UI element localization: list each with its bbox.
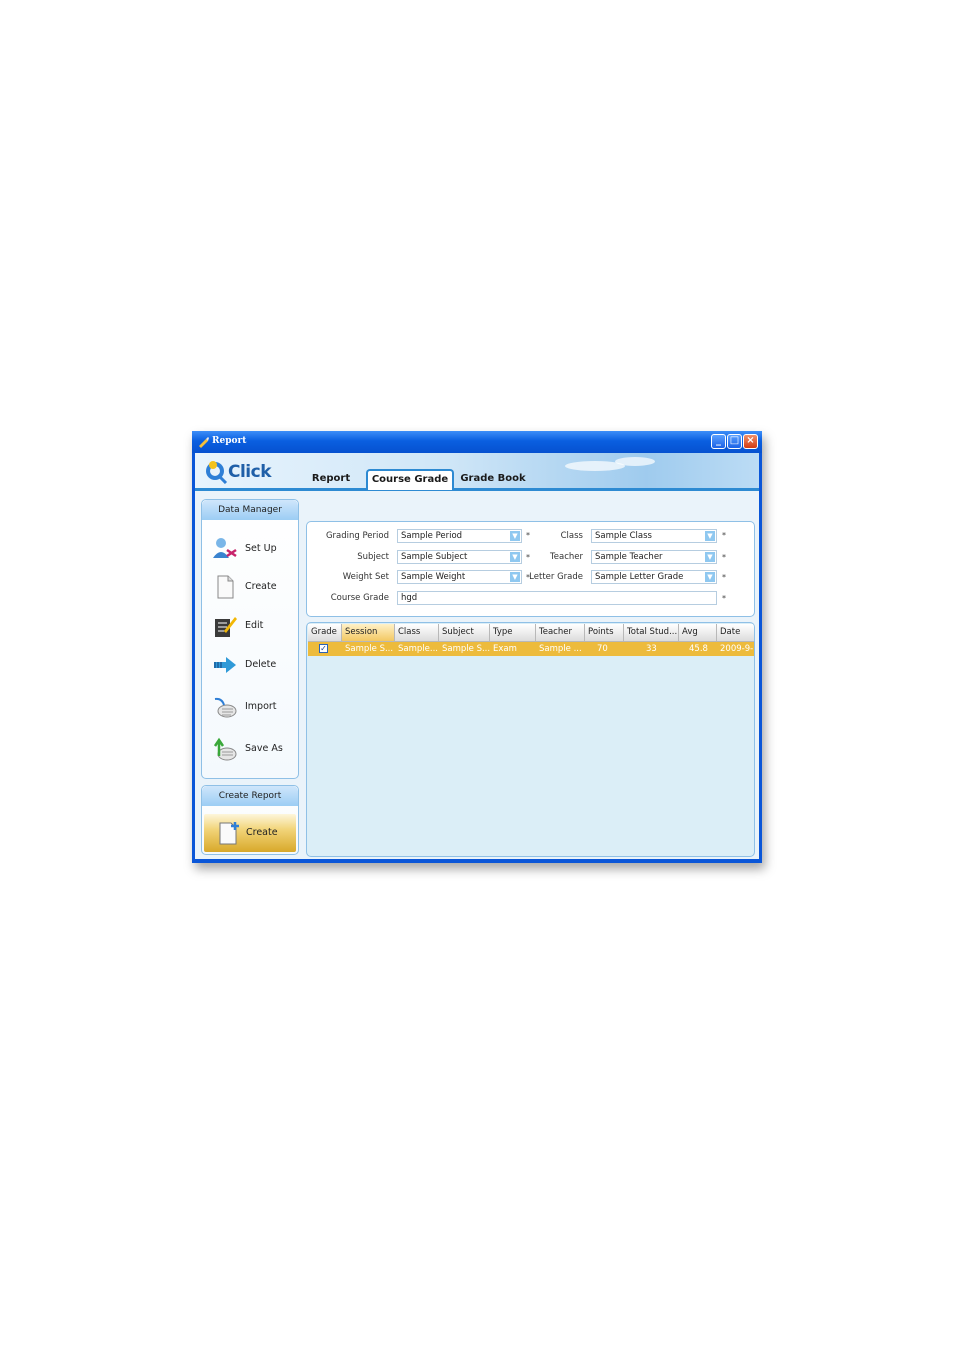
course-grade-input[interactable]: hgd bbox=[397, 591, 717, 605]
chevron-down-icon[interactable]: ▼ bbox=[705, 552, 715, 562]
required-marker: * bbox=[722, 553, 726, 562]
delete-label: Delete bbox=[245, 659, 277, 670]
letter-grade-select[interactable]: Sample Letter Grade ▼ bbox=[591, 570, 717, 584]
teacher-value: Sample Teacher bbox=[595, 552, 663, 562]
subject-value: Sample Subject bbox=[401, 552, 468, 562]
create-report-panel: Create Report Create bbox=[201, 785, 299, 855]
edit-pencil-icon bbox=[215, 617, 237, 637]
column-header-subject[interactable]: Subject bbox=[439, 624, 490, 641]
delete-button[interactable]: Delete bbox=[212, 648, 292, 682]
grid-header: Grade Session Class Subject Type Teacher… bbox=[308, 624, 754, 642]
weight-set-value: Sample Weight bbox=[401, 572, 466, 582]
maximize-button[interactable]: □ bbox=[727, 434, 742, 449]
app-icon bbox=[199, 437, 209, 448]
class-cell: Sample... bbox=[398, 644, 438, 654]
grade-grid: Grade Session Class Subject Type Teacher… bbox=[306, 622, 755, 857]
new-document-icon bbox=[219, 822, 239, 845]
weight-set-label: Weight Set bbox=[342, 572, 389, 582]
tab-course-grade[interactable]: Course Grade bbox=[366, 469, 454, 490]
course-grade-label: Course Grade bbox=[330, 593, 389, 603]
cloud-decoration bbox=[615, 457, 655, 466]
close-button[interactable]: × bbox=[743, 434, 758, 449]
weight-set-select[interactable]: Sample Weight ▼ bbox=[397, 570, 522, 584]
column-header-grade[interactable]: Grade bbox=[308, 624, 342, 641]
required-marker: * bbox=[722, 531, 726, 540]
subject-label: Subject bbox=[357, 552, 389, 562]
create-label: Create bbox=[245, 581, 277, 592]
subject-cell: Sample S... bbox=[442, 644, 490, 654]
logo-icon bbox=[206, 461, 228, 485]
data-manager-panel: Data Manager Set Up Create Edit Delete I… bbox=[201, 499, 299, 779]
teacher-label: Teacher bbox=[550, 552, 583, 562]
chevron-down-icon[interactable]: ▼ bbox=[705, 531, 715, 541]
class-label: Class bbox=[560, 531, 583, 541]
filter-form: Grading Period Sample Period ▼ * Class S… bbox=[306, 521, 755, 617]
create-button[interactable]: Create bbox=[212, 570, 292, 604]
letter-grade-label: Letter Grade bbox=[529, 572, 583, 582]
teacher-select[interactable]: Sample Teacher ▼ bbox=[591, 550, 717, 564]
edit-button[interactable]: Edit bbox=[212, 609, 292, 643]
class-value: Sample Class bbox=[595, 531, 652, 541]
total-students-cell: 33 bbox=[646, 644, 657, 654]
click-logo: Click bbox=[204, 458, 274, 486]
column-header-date[interactable]: Date bbox=[717, 624, 754, 641]
window-title: Report bbox=[212, 436, 247, 446]
save-as-label: Save As bbox=[245, 743, 283, 754]
chevron-down-icon[interactable]: ▼ bbox=[705, 572, 715, 582]
create-report-label: Create bbox=[246, 827, 278, 838]
setup-label: Set Up bbox=[245, 543, 277, 554]
report-window: Report _ □ × Click Report Course Grade G… bbox=[192, 431, 762, 863]
points-cell: 70 bbox=[597, 644, 608, 654]
import-label: Import bbox=[245, 701, 277, 712]
setup-button[interactable]: Set Up bbox=[212, 532, 292, 566]
required-marker: * bbox=[722, 573, 726, 582]
table-row[interactable]: ✓ Sample S... Sample... Sample S... Exam… bbox=[308, 642, 754, 656]
date-cell: 2009-9- bbox=[720, 644, 754, 654]
tab-grade-book[interactable]: Grade Book bbox=[457, 470, 529, 488]
create-report-header: Create Report bbox=[202, 786, 298, 806]
title-bar[interactable]: Report _ □ × bbox=[192, 431, 762, 453]
chevron-down-icon[interactable]: ▼ bbox=[510, 552, 520, 562]
course-grade-value: hgd bbox=[401, 593, 418, 603]
header-banner: Click Report Course Grade Grade Book bbox=[195, 453, 759, 491]
class-select[interactable]: Sample Class ▼ bbox=[591, 529, 717, 543]
column-header-class[interactable]: Class bbox=[395, 624, 439, 641]
chevron-down-icon[interactable]: ▼ bbox=[510, 531, 520, 541]
teacher-cell: Sample ... bbox=[539, 644, 582, 654]
grade-checkbox[interactable]: ✓ bbox=[319, 644, 328, 653]
import-icon bbox=[214, 697, 237, 718]
client-area: Click Report Course Grade Grade Book Dat… bbox=[195, 453, 759, 859]
type-cell: Exam bbox=[493, 644, 517, 654]
column-header-teacher[interactable]: Teacher bbox=[536, 624, 585, 641]
save-as-icon bbox=[213, 737, 237, 761]
grading-period-select[interactable]: Sample Period ▼ bbox=[397, 529, 522, 543]
blank-document-icon bbox=[217, 575, 234, 599]
letter-grade-value: Sample Letter Grade bbox=[595, 572, 684, 582]
arrow-right-icon bbox=[214, 657, 236, 673]
minimize-button[interactable]: _ bbox=[711, 434, 726, 449]
grading-period-label: Grading Period bbox=[325, 531, 389, 541]
chevron-down-icon[interactable]: ▼ bbox=[510, 572, 520, 582]
column-header-type[interactable]: Type bbox=[490, 624, 536, 641]
subject-select[interactable]: Sample Subject ▼ bbox=[397, 550, 522, 564]
column-header-points[interactable]: Points bbox=[585, 624, 624, 641]
session-cell: Sample S... bbox=[345, 644, 394, 654]
column-header-total-students[interactable]: Total Stud... bbox=[624, 624, 679, 641]
users-setup-icon bbox=[213, 538, 237, 558]
column-header-session[interactable]: Session bbox=[342, 624, 395, 641]
logo-text: Click bbox=[228, 462, 272, 482]
avg-cell: 45.8 bbox=[689, 644, 708, 654]
required-marker: * bbox=[722, 594, 726, 603]
create-report-button[interactable]: Create bbox=[204, 814, 296, 852]
tab-report[interactable]: Report bbox=[305, 470, 357, 488]
grade-cell[interactable]: ✓ bbox=[308, 642, 342, 656]
edit-label: Edit bbox=[245, 620, 264, 631]
column-header-avg[interactable]: Avg bbox=[679, 624, 717, 641]
data-manager-header: Data Manager bbox=[202, 500, 298, 520]
save-as-button[interactable]: Save As bbox=[212, 732, 292, 766]
import-button[interactable]: Import bbox=[212, 690, 292, 724]
grading-period-value: Sample Period bbox=[401, 531, 463, 541]
